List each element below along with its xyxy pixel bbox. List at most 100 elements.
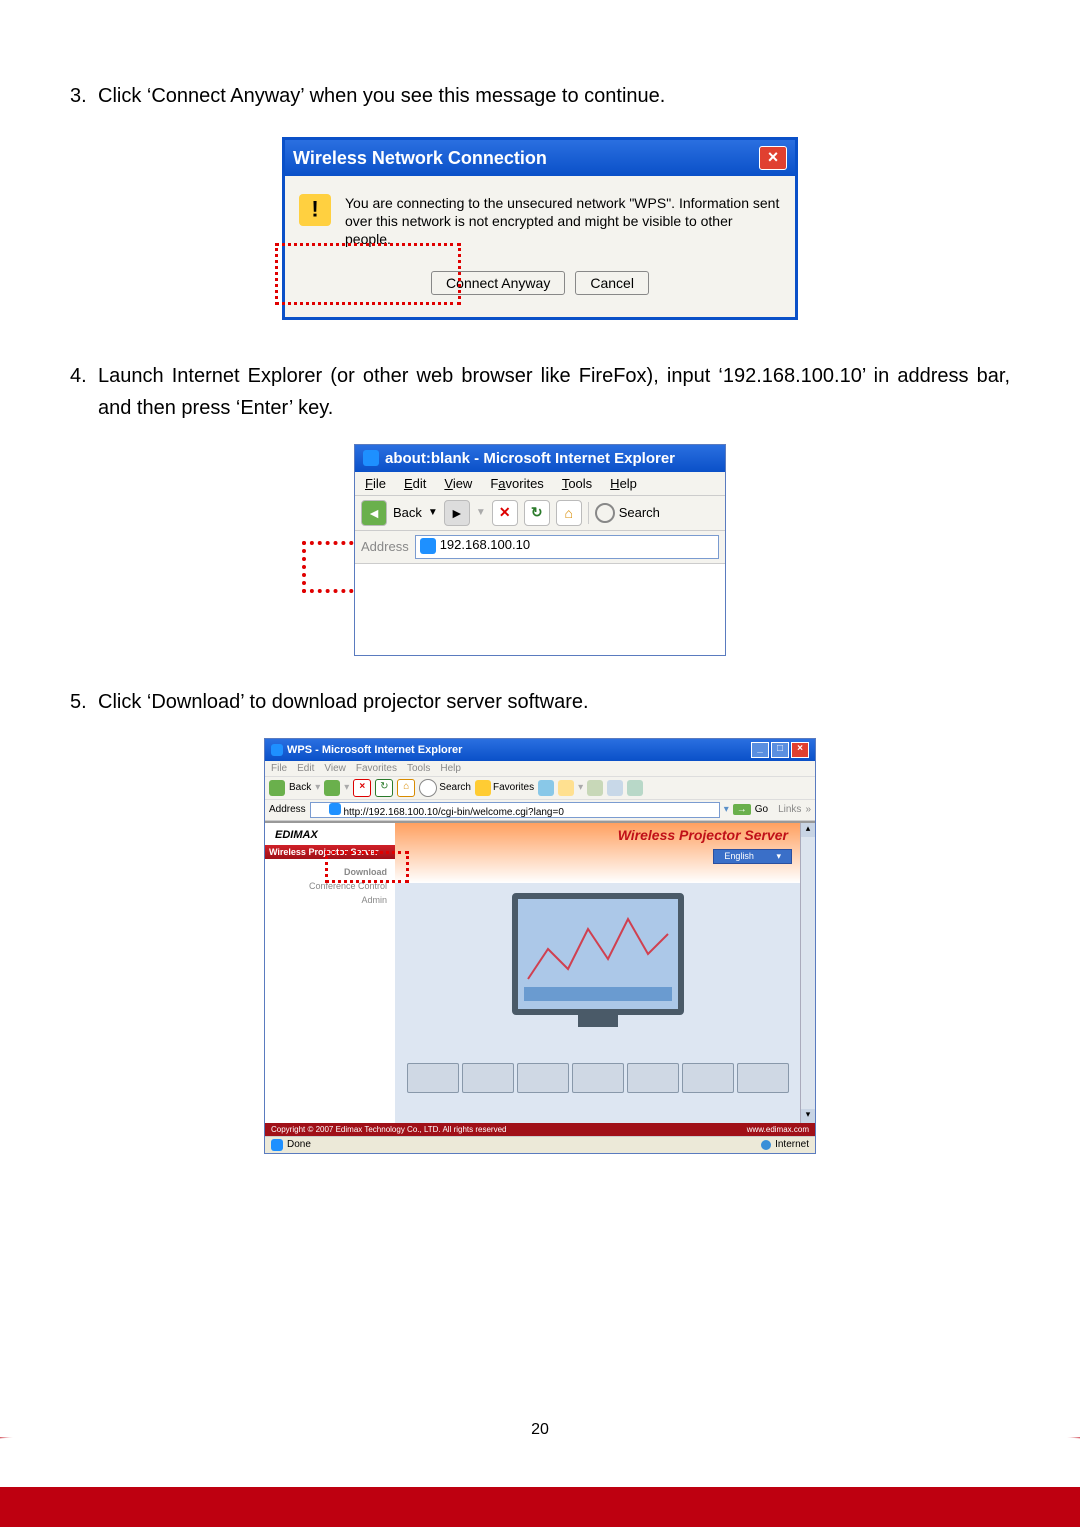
menu-file[interactable]: File (365, 476, 386, 491)
ie2-title: WPS - Microsoft Internet Explorer (287, 744, 462, 756)
search-button[interactable]: Search (595, 503, 660, 523)
dialog-titlebar: Wireless Network Connection × (285, 140, 795, 176)
close-icon[interactable]: × (791, 742, 809, 758)
menu-help[interactable]: Help (610, 476, 637, 491)
menu-view[interactable]: View (444, 476, 472, 491)
menu-edit[interactable]: Edit (297, 763, 314, 774)
status-done: Done (287, 1139, 311, 1150)
step-4-number: 4. (70, 360, 98, 424)
page-icon (271, 1139, 283, 1151)
dialog-message: You are connecting to the unsecured netw… (345, 194, 781, 249)
laptop-icon (737, 1063, 789, 1093)
ie-icon (271, 744, 283, 756)
brand-logo: EDIMAX (275, 829, 318, 841)
search-label: Search (619, 505, 660, 520)
warning-icon (299, 194, 331, 226)
stop-icon[interactable]: ✕ (492, 500, 518, 526)
main-panel: Wireless Projector Server English ▾ (395, 823, 800, 1123)
sidebar-header: Wireless Projector Server (265, 845, 395, 859)
print-icon[interactable] (607, 780, 623, 796)
star-icon (475, 780, 491, 796)
refresh-icon[interactable]: ↻ (375, 779, 393, 797)
step-5-number: 5. (70, 686, 98, 718)
step-4-text: Launch Internet Explorer (or other web b… (98, 360, 1010, 424)
page-footer: Copyright © 2007 Edimax Technology Co., … (265, 1123, 815, 1136)
sidebar-item-download[interactable]: Download (273, 865, 387, 879)
page-content: EDIMAX Wireless Projector Server Downloa… (265, 821, 815, 1123)
stop-icon[interactable]: × (353, 779, 371, 797)
back-icon[interactable] (269, 780, 285, 796)
toolbar: ◄ Back ▼ ► ▼ ✕ ↻ ⌂ Search (355, 496, 725, 531)
scroll-down-icon[interactable]: ▾ (801, 1109, 815, 1123)
maximize-icon[interactable]: □ (771, 742, 789, 758)
history-icon[interactable] (538, 780, 554, 796)
ie2-titlebar: WPS - Microsoft Internet Explorer _ □ × (265, 739, 815, 761)
chart-illustration (518, 899, 678, 1009)
menu-view[interactable]: View (324, 763, 346, 774)
ie-window-1: about:blank - Microsoft Internet Explore… (354, 444, 726, 656)
ie-titlebar: about:blank - Microsoft Internet Explore… (355, 445, 725, 472)
page-icon (329, 803, 341, 815)
go-button[interactable]: → (733, 804, 751, 815)
sidebar-item-conference[interactable]: Conference Control (273, 879, 387, 893)
home-icon[interactable]: ⌂ (397, 779, 415, 797)
address-label: Address (269, 804, 306, 815)
folder-icon[interactable] (558, 780, 574, 796)
messenger-icon[interactable] (627, 780, 643, 796)
back-label[interactable]: Back (393, 505, 422, 520)
laptop-icon (682, 1063, 734, 1093)
language-select[interactable]: English ▾ (713, 849, 792, 864)
menu-favorites[interactable]: Favorites (490, 476, 543, 491)
menu-file[interactable]: File (271, 763, 287, 774)
back-icon[interactable]: ◄ (361, 500, 387, 526)
cancel-button[interactable]: Cancel (575, 271, 649, 295)
status-bar: Done Internet (265, 1136, 815, 1153)
step-4: 4. Launch Internet Explorer (or other we… (70, 360, 1010, 424)
menu-help[interactable]: Help (440, 763, 461, 774)
copyright: Copyright © 2007 Edimax Technology Co., … (271, 1125, 507, 1134)
mail-icon[interactable] (587, 780, 603, 796)
favorites-button[interactable]: Favorites (475, 780, 534, 796)
refresh-icon[interactable]: ↻ (524, 500, 550, 526)
scroll-up-icon[interactable]: ▴ (801, 823, 815, 837)
address-value: 192.168.100.10 (440, 537, 530, 552)
search-icon (419, 779, 437, 797)
home-icon[interactable]: ⌂ (556, 500, 582, 526)
search-button[interactable]: Search (419, 779, 471, 797)
ie-window-2: WPS - Microsoft Internet Explorer _ □ × … (264, 738, 816, 1154)
menu-edit[interactable]: Edit (404, 476, 426, 491)
links-label[interactable]: Links (778, 804, 801, 815)
menu-tools[interactable]: Tools (407, 763, 430, 774)
menu-bar[interactable]: File Edit View Favorites Tools Help (355, 472, 725, 496)
sidebar-item-admin[interactable]: Admin (273, 893, 387, 907)
forward-icon[interactable] (324, 780, 340, 796)
menu-favorites[interactable]: Favorites (356, 763, 397, 774)
language-value: English (724, 851, 754, 861)
favorites-label: Favorites (493, 782, 534, 793)
laptop-icon (407, 1063, 459, 1093)
wireless-connection-dialog: Wireless Network Connection × You are co… (282, 137, 798, 320)
address-value: http://192.168.100.10/cgi-bin/welcome.cg… (343, 807, 563, 818)
connect-anyway-button[interactable]: Connect Anyway (431, 271, 565, 295)
close-icon[interactable]: × (759, 146, 787, 170)
forward-icon[interactable]: ► (444, 500, 470, 526)
toolbar-2: Back ▾ ▾ × ↻ ⌂ Search Favorites ▾ (265, 776, 815, 800)
address-input[interactable]: http://192.168.100.10/cgi-bin/welcome.cg… (310, 802, 720, 818)
address-input[interactable]: 192.168.100.10 (415, 535, 719, 559)
document-footer-band (0, 1437, 1080, 1527)
address-bar-2: Address http://192.168.100.10/cgi-bin/we… (265, 800, 815, 821)
menu-bar-2[interactable]: File Edit View Favorites Tools Help (265, 761, 815, 776)
back-label[interactable]: Back (289, 782, 311, 793)
menu-tools[interactable]: Tools (562, 476, 592, 491)
status-zone: Internet (775, 1139, 809, 1150)
ie-icon (363, 450, 379, 466)
page-title: Wireless Projector Server (618, 827, 788, 843)
dialog-title: Wireless Network Connection (293, 148, 547, 169)
back-dropdown-icon[interactable]: ▼ (428, 507, 438, 518)
step-3-text: Click ‘Connect Anyway’ when you see this… (98, 80, 665, 112)
address-bar: Address 192.168.100.10 (355, 531, 725, 564)
site-url: www.edimax.com (747, 1125, 809, 1134)
step-3-number: 3. (70, 80, 98, 112)
step-5: 5. Click ‘Download’ to download projecto… (70, 686, 1010, 718)
minimize-icon[interactable]: _ (751, 742, 769, 758)
